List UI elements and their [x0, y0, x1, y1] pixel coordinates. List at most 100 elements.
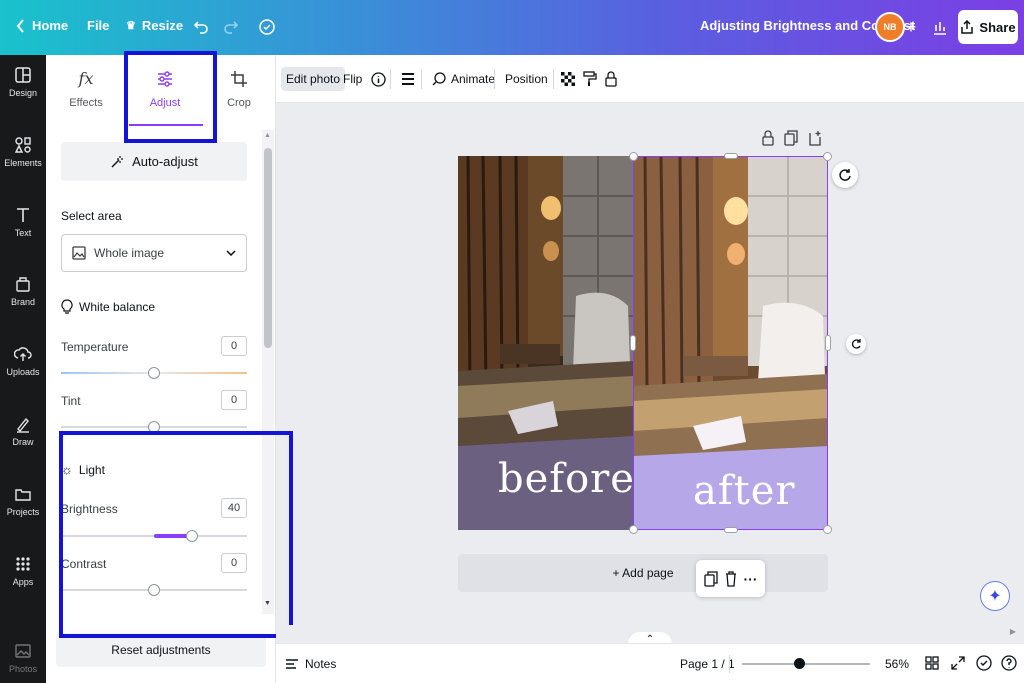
rail-item-draw[interactable]: Draw	[0, 406, 46, 456]
temperature-slider-thumb[interactable]	[148, 367, 160, 379]
light-section-highlight	[59, 431, 293, 638]
reset-adjustments-button[interactable]: Reset adjustments	[56, 633, 266, 667]
zoom-slider[interactable]	[742, 663, 870, 665]
photo-toolbar: Edit photo Flip Animate Position	[276, 55, 1024, 103]
auto-adjust-button[interactable]: Auto-adjust	[61, 142, 247, 181]
before-photo[interactable]: before	[458, 156, 633, 530]
share-label: Share	[979, 19, 1016, 35]
transparency-icon	[561, 72, 575, 86]
resize-handle-bottom-right[interactable]	[823, 525, 832, 534]
fx-icon: fx	[78, 69, 94, 88]
rail-item-design[interactable]: Design	[0, 57, 46, 107]
more-options-icon[interactable]: ···	[744, 571, 758, 587]
page-actions	[762, 130, 822, 146]
info-button[interactable]	[366, 67, 391, 91]
add-collaborator-button[interactable]: +	[898, 14, 924, 40]
tab-effects[interactable]: fx Effects	[56, 69, 116, 109]
resize-handle-top[interactable]	[724, 153, 738, 159]
undo-button[interactable]	[188, 14, 214, 40]
toolbar-divider	[421, 69, 422, 89]
add-page-button[interactable]: + Add page	[458, 554, 828, 592]
trash-icon[interactable]	[725, 570, 737, 587]
rail-label-elements: Elements	[4, 158, 42, 168]
insights-button[interactable]	[927, 14, 953, 40]
notes-label: Notes	[305, 657, 337, 671]
before-caption: before	[498, 456, 633, 502]
resize-handle-top-right[interactable]	[823, 152, 832, 161]
plus-icon: +	[905, 16, 917, 37]
tint-value[interactable]: 0	[221, 390, 247, 410]
toolbar-divider	[553, 69, 554, 89]
add-page-label: + Add page	[612, 566, 674, 580]
zoom-slider-thumb[interactable]	[794, 658, 805, 669]
redo-button[interactable]	[218, 14, 244, 40]
edit-photo-button[interactable]: Edit photo	[281, 67, 346, 91]
position-button[interactable]: Position	[500, 67, 553, 91]
help-button[interactable]	[1001, 655, 1017, 671]
rail-label-brand: Brand	[10, 297, 36, 307]
panel-scroll-thumb[interactable]	[264, 148, 272, 348]
lightbulb-icon	[61, 299, 73, 314]
help-icon	[1001, 655, 1017, 671]
resize-handle-top-left[interactable]	[629, 152, 638, 161]
border-style-button[interactable]	[396, 67, 420, 91]
temperature-value[interactable]: 0	[221, 336, 247, 356]
resize-handle-bottom-left[interactable]	[629, 525, 638, 534]
reset-adjustments-label: Reset adjustments	[111, 643, 211, 657]
copy-icon[interactable]	[703, 570, 718, 587]
rail-label-design: Design	[8, 88, 37, 98]
auto-adjust-label: Auto-adjust	[132, 154, 198, 169]
border-style-icon	[402, 73, 414, 85]
rail-item-photos[interactable]: Photos	[0, 633, 46, 683]
paint-format-button[interactable]	[578, 67, 602, 91]
resize-label: Resize	[141, 18, 184, 33]
resize-handle-left[interactable]	[630, 335, 636, 351]
page-indicator-button[interactable]: Page 1 / 1	[680, 657, 735, 671]
selection-frame	[633, 156, 828, 530]
page-indicator-label: Page 1 / 1	[680, 657, 735, 671]
chevron-left-icon	[16, 18, 24, 33]
fullscreen-button[interactable]	[951, 656, 965, 670]
rotate-button[interactable]	[846, 334, 866, 354]
grid-view-button[interactable]	[925, 656, 939, 670]
home-button[interactable]: Home	[16, 18, 68, 33]
add-page-icon[interactable]	[808, 130, 822, 146]
file-menu-button[interactable]: File	[87, 18, 109, 33]
lock-page-icon[interactable]	[762, 130, 774, 146]
help-check-button[interactable]	[976, 655, 992, 671]
resize-button[interactable]: ♛ Resize	[126, 18, 183, 33]
rail-item-apps[interactable]: Apps	[0, 546, 46, 596]
select-area-dropdown[interactable]: Whole image	[61, 234, 247, 272]
save-status-button[interactable]	[254, 14, 280, 40]
lock-button[interactable]	[600, 67, 622, 91]
rotate-icon	[851, 339, 861, 349]
bar-chart-icon	[934, 22, 946, 35]
tab-crop[interactable]: Crop	[209, 69, 269, 109]
regenerate-button[interactable]	[832, 162, 858, 188]
resize-handle-right[interactable]	[825, 335, 831, 351]
apps-icon	[16, 557, 30, 571]
flip-button[interactable]: Flip	[338, 67, 367, 91]
rail-item-projects[interactable]: Projects	[0, 476, 46, 526]
lock-icon	[605, 71, 617, 87]
edit-photo-label: Edit photo	[286, 72, 341, 86]
rail-label-photos: Photos	[8, 664, 38, 674]
zoom-level[interactable]: 56%	[885, 657, 909, 671]
duplicate-page-icon[interactable]	[784, 130, 798, 146]
rail-item-brand[interactable]: Brand	[0, 266, 46, 316]
select-area-value: Whole image	[94, 246, 165, 260]
magic-assistant-button[interactable]: ✦	[980, 581, 1010, 611]
animate-label: Animate	[451, 72, 496, 86]
animate-button[interactable]: Animate	[427, 67, 500, 91]
rail-item-text[interactable]: Text	[0, 197, 46, 247]
tint-label: Tint	[61, 394, 81, 408]
transparency-button[interactable]	[556, 67, 580, 91]
notes-button[interactable]: Notes	[285, 657, 336, 671]
position-label: Position	[505, 72, 548, 86]
rail-item-elements[interactable]: Elements	[0, 127, 46, 177]
share-button[interactable]: Share	[958, 10, 1018, 44]
left-rail: Design Elements Text Brand Uploads Draw …	[0, 55, 46, 683]
resize-handle-bottom[interactable]	[724, 527, 738, 533]
rail-label-uploads: Uploads	[6, 367, 40, 377]
rail-item-uploads[interactable]: Uploads	[0, 336, 46, 386]
